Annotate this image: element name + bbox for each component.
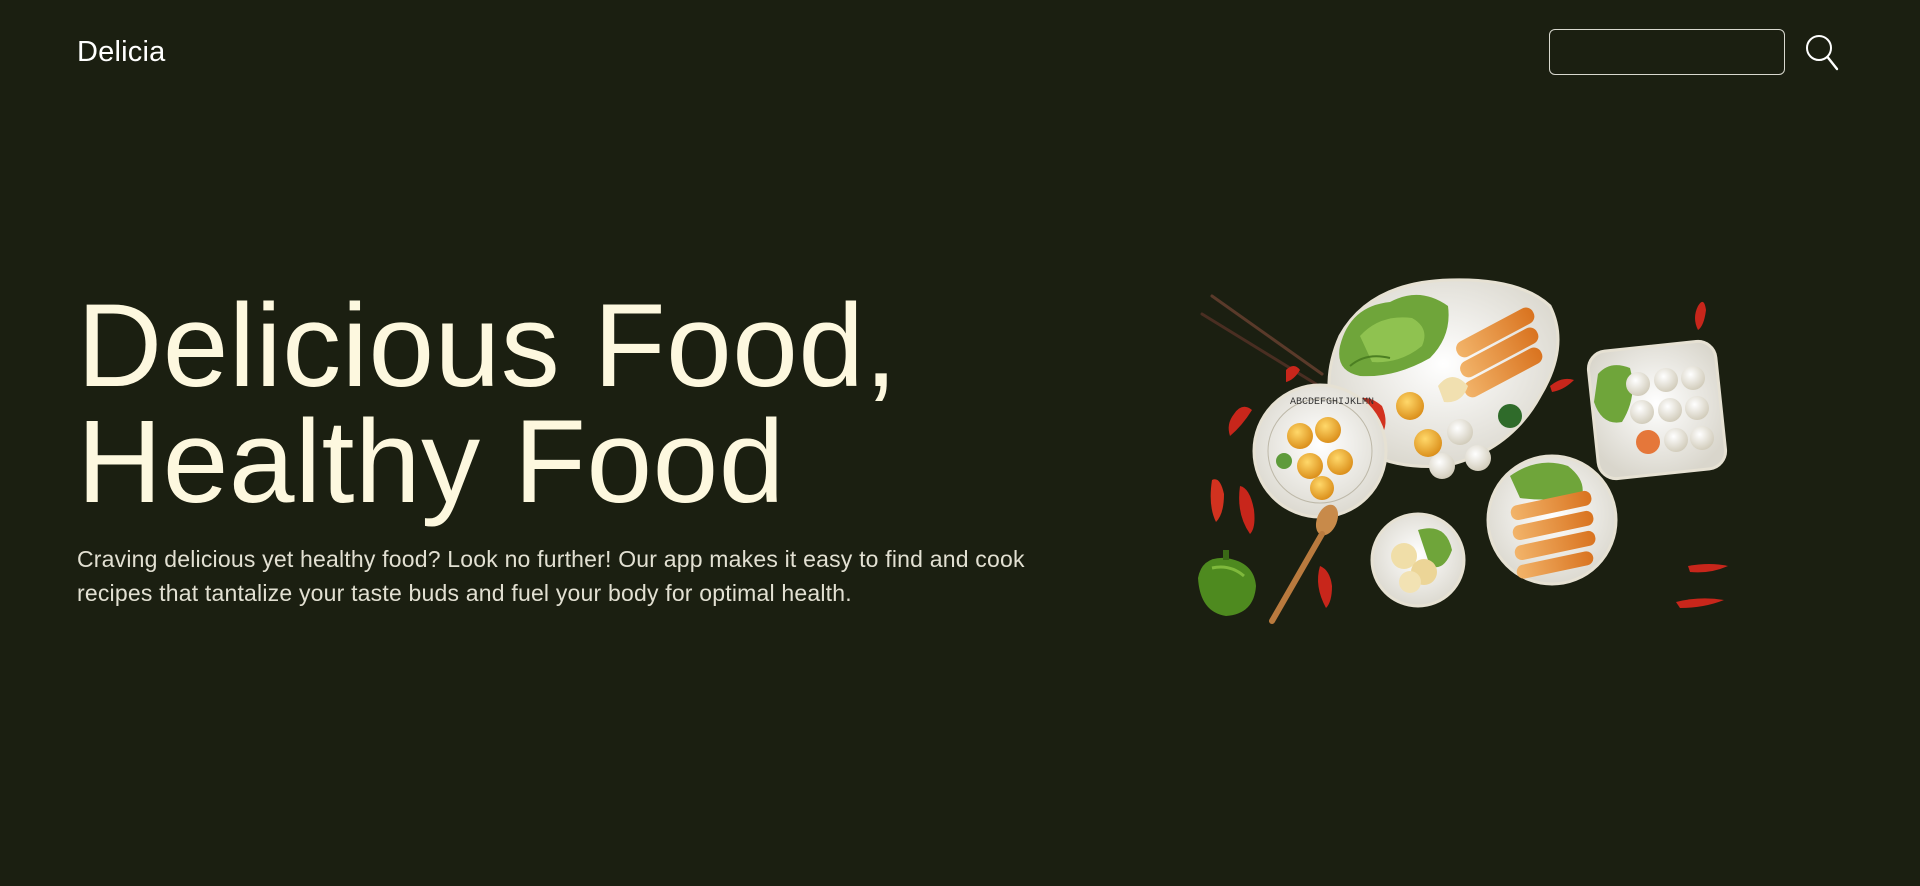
spring-roll-plate [1486, 454, 1618, 586]
search-input[interactable] [1549, 29, 1785, 75]
search-icon [1806, 35, 1839, 71]
bun-tray [1586, 339, 1728, 481]
svg-text:ABCDEFGHIJKLMN: ABCDEFGHIJKLMN [1290, 397, 1374, 408]
green-bell-pepper [1198, 550, 1256, 616]
plate-rim-letters: ABCDEFGHIJKLMN [1290, 397, 1374, 408]
search-button[interactable] [1803, 29, 1841, 75]
brand-logo[interactable]: Delicia [77, 36, 165, 69]
site-header: Delicia [0, 0, 1920, 105]
wooden-spoon [1269, 504, 1339, 624]
hero-title-line-1: Delicious Food, [77, 280, 898, 412]
hero-description: Craving delicious yet healthy food? Look… [77, 546, 1025, 606]
hero-title-line-2: Healthy Food [77, 396, 785, 528]
food-illustration: ABCDEFGHIJKLMN [1198, 278, 1728, 624]
alphabet-plate: ABCDEFGHIJKLMN [1252, 383, 1388, 519]
landing-page: Delicia Delicious Food, Healthy Food Cra… [0, 0, 1920, 886]
chopsticks [1200, 294, 1324, 386]
hero-title: Delicious Food, Healthy Food [77, 280, 898, 528]
broccoli [1498, 404, 1522, 428]
small-bowl [1370, 512, 1466, 608]
